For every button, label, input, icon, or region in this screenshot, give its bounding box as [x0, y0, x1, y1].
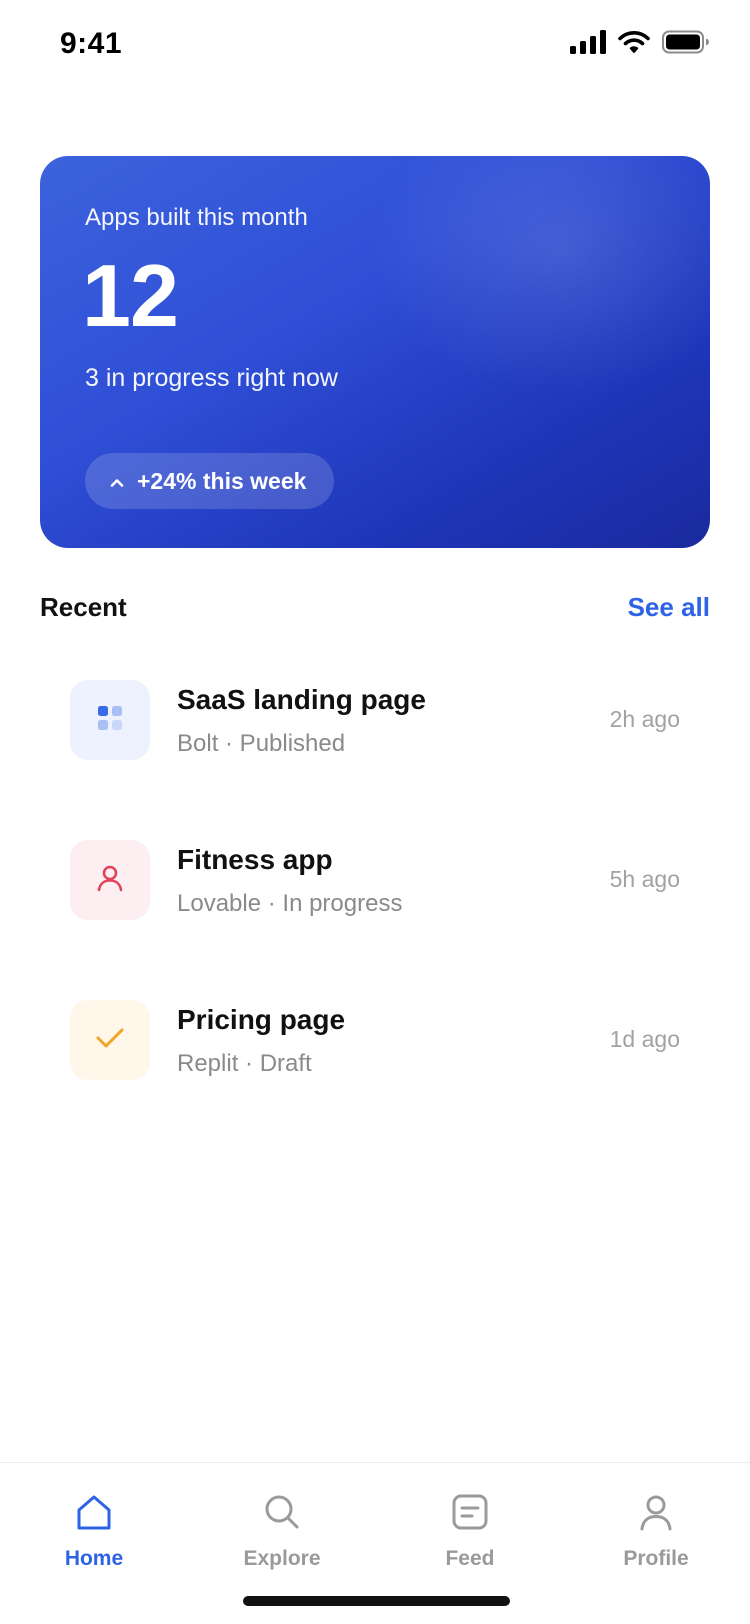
- cellular-signal-icon: [570, 30, 606, 59]
- item-title: SaaS landing page: [177, 684, 426, 715]
- feed-icon: [449, 1491, 491, 1533]
- item-icon-tile: [70, 1000, 150, 1080]
- growth-badge-label: +24% this week: [137, 467, 307, 494]
- check-icon: [95, 1026, 125, 1055]
- item-icon-tile: [70, 840, 150, 920]
- item-meta: Replit · Draft: [177, 1050, 312, 1077]
- apps-built-card[interactable]: Apps built this month 12 3 in progress r…: [40, 156, 710, 548]
- see-all-link[interactable]: See all: [628, 592, 710, 623]
- tab-profile[interactable]: Profile: [576, 1463, 736, 1583]
- item-time: 1d ago: [609, 1026, 680, 1052]
- item-meta: Bolt · Published: [177, 730, 346, 757]
- list-item[interactable]: Fitness app Lovable · In progress 5h ago: [70, 840, 680, 1000]
- tab-explore[interactable]: Explore: [202, 1463, 362, 1583]
- list-item[interactable]: SaaS landing page Bolt · Published 2h ag…: [70, 680, 680, 840]
- tab-home[interactable]: Home: [14, 1463, 174, 1583]
- home-indicator: [243, 1596, 510, 1606]
- item-icon-tile: [70, 680, 150, 760]
- status-bar: 9:41: [0, 0, 750, 92]
- item-time: 2h ago: [609, 706, 680, 732]
- chevron-up-icon: [109, 468, 125, 495]
- item-title: Fitness app: [177, 844, 333, 875]
- home-icon: [73, 1491, 115, 1533]
- hero-label: Apps built this month: [85, 204, 308, 231]
- tab-label: Home: [64, 1547, 124, 1570]
- user-icon: [95, 863, 125, 898]
- growth-badge: +24% this week: [85, 453, 335, 509]
- tab-label: Explore: [243, 1547, 321, 1570]
- search-icon: [261, 1491, 303, 1533]
- hero-subtitle: 3 in progress right now: [85, 364, 338, 392]
- tab-label: Profile: [623, 1547, 689, 1570]
- wifi-icon: [618, 30, 650, 59]
- hero-count: 12: [82, 246, 179, 345]
- item-time: 5h ago: [609, 866, 680, 892]
- home-screen: 9:41 Apps built this month 12 3 in progr…: [0, 0, 750, 1624]
- profile-icon: [635, 1491, 677, 1533]
- recent-section-title: Recent: [40, 592, 127, 622]
- tab-feed[interactable]: Feed: [390, 1463, 550, 1583]
- battery-icon: [662, 30, 710, 59]
- item-meta: Lovable · In progress: [177, 890, 403, 917]
- list-item[interactable]: Pricing page Replit · Draft 1d ago: [70, 1000, 680, 1160]
- status-icons: [570, 30, 710, 59]
- item-title: Pricing page: [177, 1004, 346, 1035]
- tab-label: Feed: [445, 1547, 495, 1570]
- status-time: 9:41: [60, 27, 123, 60]
- recent-list: SaaS landing page Bolt · Published 2h ag…: [70, 680, 680, 1160]
- grid-icon: [97, 705, 123, 736]
